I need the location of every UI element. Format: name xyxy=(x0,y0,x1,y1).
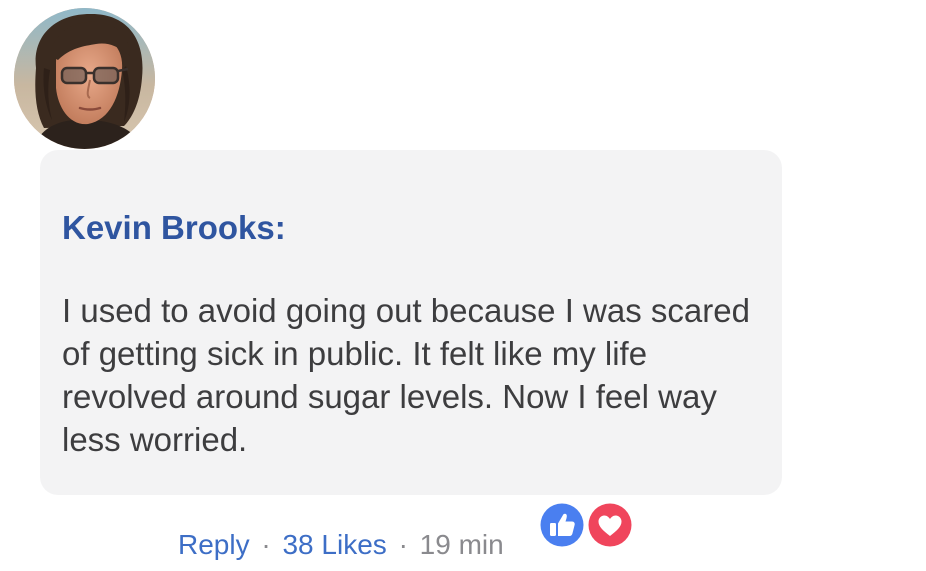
separator-dot: · xyxy=(398,529,408,560)
comment-actions: Reply · 38 Likes · 19 min xyxy=(178,527,504,563)
comment-timestamp: 19 min xyxy=(419,529,504,560)
avatar[interactable] xyxy=(14,8,155,149)
comment-author[interactable]: Kevin Brooks: xyxy=(62,208,286,248)
thumbs-up-icon xyxy=(537,500,587,550)
reply-link[interactable]: Reply xyxy=(178,529,250,560)
comment-text: I used to avoid going out because I was … xyxy=(62,292,750,458)
comment-bubble: Kevin Brooks: I used to avoid going out … xyxy=(40,150,782,495)
likes-link[interactable]: 38 Likes xyxy=(282,529,386,560)
separator-dot: · xyxy=(261,529,271,560)
heart-icon xyxy=(585,500,635,550)
reaction-summary[interactable] xyxy=(537,500,639,550)
